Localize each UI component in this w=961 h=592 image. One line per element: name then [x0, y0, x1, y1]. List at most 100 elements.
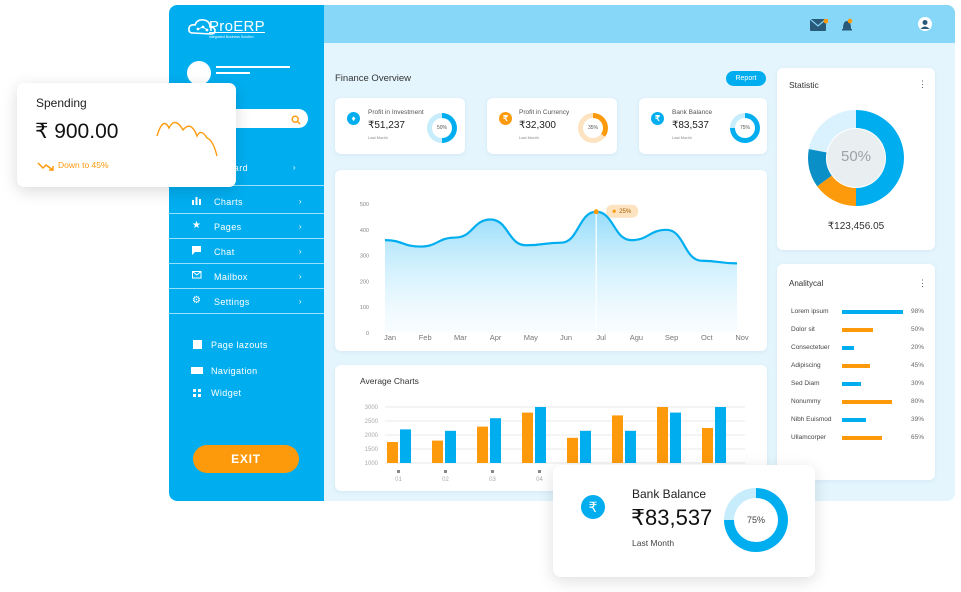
sidebar: ProERP Integrated Business Solution boar…: [169, 5, 324, 501]
user-role-line: [216, 72, 250, 74]
star-icon: ★: [192, 220, 202, 231]
bar: [477, 426, 488, 463]
brand-tagline: Integrated Business Solution: [209, 35, 254, 39]
nav-mailbox[interactable]: Mailbox ›: [169, 264, 324, 289]
stat-ring-label: 50%: [432, 118, 452, 138]
nav-settings[interactable]: ⚙ Settings ›: [169, 289, 324, 314]
stat-ring: 50%: [427, 113, 457, 143]
y-tick-label: 3000: [365, 405, 379, 411]
user-avatar-icon[interactable]: [918, 17, 932, 31]
stat-card-bank[interactable]: ₹ Bank Balance ₹83,537 Last Month 75%: [639, 98, 767, 154]
analytical-row: Consectetuer 20%: [791, 342, 925, 354]
x-tick-label: Oct: [701, 333, 714, 342]
x-tick-marker: [397, 470, 400, 473]
annotation-point: [593, 209, 599, 215]
stat-ring-label: 35%: [583, 118, 603, 138]
nav-charts-label: Charts: [214, 197, 243, 207]
mail-icon[interactable]: [809, 18, 829, 37]
y-tick-label: 500: [360, 202, 369, 208]
donut-center-label: 50%: [840, 148, 872, 165]
x-tick-label: Apr: [490, 333, 502, 342]
analytical-row-bar: [842, 310, 903, 314]
analytical-row-label: Dolor sit: [791, 326, 815, 333]
bank-balance-sub: Last Month: [632, 538, 675, 548]
rupee-icon: ₹: [581, 495, 605, 519]
analytical-row: Nibh Euismod 39%: [791, 414, 925, 426]
nav-charts[interactable]: Charts ›: [169, 189, 324, 214]
statistic-card: Statistic ⋮ 50% ₹123,456.05: [777, 68, 935, 250]
x-tick-label: Sep: [665, 333, 678, 342]
statistic-donut: [808, 110, 904, 206]
bar: [580, 430, 591, 463]
x-tick-label: May: [524, 333, 538, 342]
analytical-row-label: Adipiscing: [791, 362, 821, 369]
exit-button[interactable]: EXIT: [193, 445, 299, 473]
analytical-row: Sed Diam 30%: [791, 378, 925, 390]
analytical-row-bar: [842, 346, 855, 350]
analytical-row-pct: 39%: [911, 416, 925, 423]
brand-name[interactable]: ProERP: [209, 18, 265, 35]
chat-icon: [192, 246, 202, 258]
analytical-row-pct: 50%: [911, 326, 925, 333]
chevron-right-icon: ›: [298, 272, 302, 281]
y-tick-label: 1000: [365, 461, 379, 467]
analytical-row-label: Lorem ipsum: [791, 308, 829, 315]
annotation-dot: [612, 209, 616, 213]
analytical-row: Ullamcorper 65%: [791, 432, 925, 444]
x-tick-label: 02: [442, 477, 449, 483]
y-tick-label: 0: [366, 331, 369, 337]
bar-chart-title: Average Charts: [360, 376, 419, 386]
chevron-right-icon: ›: [298, 247, 302, 256]
x-tick-marker: [538, 470, 541, 473]
bar-chart-icon: [192, 196, 202, 208]
rupee-icon: ₹: [651, 112, 664, 125]
bar: [432, 440, 443, 463]
section-page-layouts-label: Page lazouts: [211, 340, 268, 350]
user-name-line: [216, 66, 290, 68]
bell-icon[interactable]: [841, 18, 853, 37]
stat-ring: 75%: [730, 113, 760, 143]
y-tick-label: 200: [360, 279, 369, 285]
search-icon[interactable]: [291, 112, 301, 130]
stat-ring: 35%: [578, 113, 608, 143]
brand-name-text[interactable]: ProERP: [209, 18, 265, 35]
more-vertical-icon[interactable]: ⋮: [918, 278, 927, 289]
bank-balance-amount: ₹83,537: [631, 505, 713, 530]
stat-card-investment[interactable]: ♦ Profit in Investment ₹51,237 Last Mont…: [335, 98, 465, 154]
nav-pages[interactable]: ★ Pages ›: [169, 214, 324, 239]
y-tick-label: 400: [360, 228, 369, 234]
bank-balance-card[interactable]: ₹ Bank Balance ₹83,537 Last Month 75%: [553, 465, 815, 577]
stat-card-title: Bank Balance: [672, 109, 713, 116]
nav-mailbox-label: Mailbox: [214, 272, 248, 282]
stat-card-sub: Last Month: [519, 135, 539, 140]
x-tick-label: Agu: [630, 333, 643, 342]
bar: [400, 429, 411, 463]
stat-card-value: ₹51,237: [368, 120, 405, 131]
nav-chat[interactable]: Chat ›: [169, 239, 324, 264]
stat-ring-label: 75%: [735, 118, 755, 138]
stat-card-currency[interactable]: ₹ Profit in Currency ₹32,300 Last Month …: [487, 98, 617, 154]
bar: [625, 430, 636, 463]
bar: [522, 412, 533, 463]
bar: [567, 437, 578, 463]
analytical-row: Dolor sit 50%: [791, 324, 925, 336]
x-tick-label: Jul: [596, 333, 606, 342]
analytical-row-label: Nonummy: [791, 398, 821, 405]
x-tick-label: Jun: [560, 333, 572, 342]
bank-balance-ring: 75%: [724, 488, 788, 552]
analytical-row-label: Sed Diam: [791, 380, 820, 387]
report-button[interactable]: Report: [726, 71, 766, 86]
bar: [657, 407, 668, 463]
bar: [715, 407, 726, 463]
top-bar: [324, 5, 955, 43]
stat-card-value: ₹83,537: [672, 120, 709, 131]
spending-card[interactable]: Spending ₹ 900.00 Down to 45%: [17, 83, 236, 187]
diamond-icon: ♦: [347, 112, 360, 125]
finance-overview-title: Finance Overview: [335, 73, 412, 84]
stat-card-value: ₹32,300: [519, 120, 556, 131]
analytical-row-pct: 45%: [911, 362, 925, 369]
rupee-icon: ₹: [499, 112, 512, 125]
avatar[interactable]: [187, 61, 211, 85]
area-fill: [385, 211, 737, 333]
nav-chat-label: Chat: [214, 247, 235, 257]
